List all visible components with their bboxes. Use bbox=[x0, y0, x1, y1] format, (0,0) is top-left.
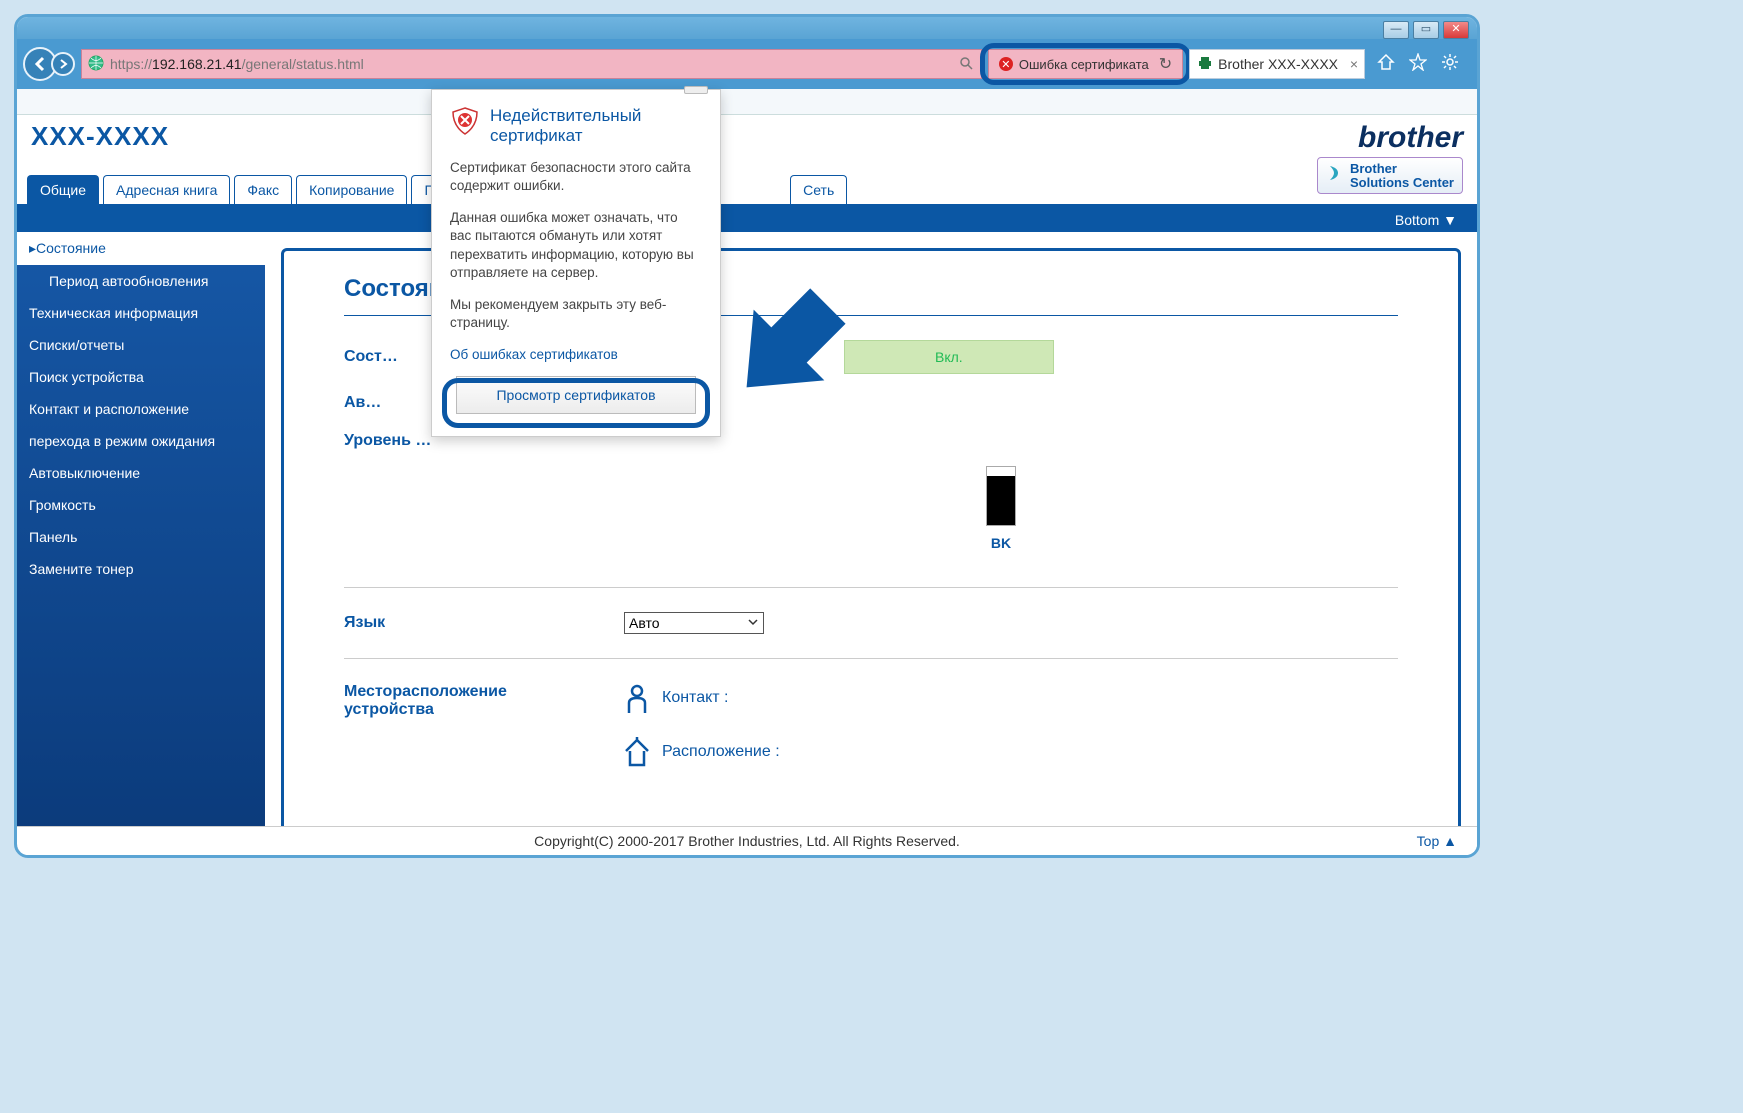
browser-tab[interactable]: Brother XXX-XXXX × bbox=[1189, 49, 1365, 79]
tab-network[interactable]: Сеть bbox=[790, 175, 847, 204]
error-icon: ✕ bbox=[999, 57, 1013, 71]
solutions-icon bbox=[1326, 164, 1344, 187]
page-header: XXX-XXXX brother Brother Solutions Cente… bbox=[17, 115, 1477, 175]
home-icon[interactable] bbox=[1377, 53, 1395, 76]
instruction-arrow-icon bbox=[729, 285, 849, 408]
sidebar-item-lists[interactable]: Списки/отчеты bbox=[17, 329, 265, 361]
window-minimize-button[interactable]: — bbox=[1383, 21, 1409, 39]
flyout-text-1: Сертификат безопасности этого сайта соде… bbox=[450, 159, 702, 195]
browser-toolbar: https:// 192.168.21.41 /general/status.h… bbox=[17, 39, 1477, 89]
brother-block: brother Brother Solutions Center bbox=[1317, 121, 1463, 194]
toner-bk-label: BK bbox=[604, 535, 1398, 551]
toner-display: BK bbox=[604, 466, 1398, 551]
page-body: XXX-XXXX brother Brother Solutions Cente… bbox=[17, 115, 1477, 855]
sidebar-item-replace-toner[interactable]: Замените тонер bbox=[17, 553, 265, 585]
house-icon bbox=[624, 737, 650, 767]
status-label: Сост… bbox=[344, 348, 404, 366]
certificate-error-label: Ошибка сертификата bbox=[1019, 57, 1149, 72]
solutions-center-button[interactable]: Brother Solutions Center bbox=[1317, 157, 1463, 194]
url-scheme: https:// bbox=[110, 56, 152, 72]
url-host: 192.168.21.41 bbox=[152, 56, 242, 72]
brother-logo: brother bbox=[1317, 121, 1463, 155]
tab-fax[interactable]: Факс bbox=[234, 175, 292, 204]
certificate-flyout: Недействительный сертификат Сертификат б… bbox=[431, 89, 721, 437]
location-item: Расположение : bbox=[624, 737, 780, 767]
contact-label: Контакт : bbox=[662, 689, 729, 707]
language-row: Язык Авто bbox=[344, 612, 1398, 634]
divider-2 bbox=[344, 658, 1398, 659]
tab-general[interactable]: Общие bbox=[27, 175, 99, 204]
model-name: XXX-XXXX bbox=[31, 121, 169, 152]
sidebar-item-refresh-period[interactable]: Период автообновления bbox=[17, 265, 265, 297]
toolbar-right-icons bbox=[1365, 53, 1471, 76]
top-anchor[interactable]: Top ▲ bbox=[1417, 833, 1457, 849]
location-label: Расположение : bbox=[662, 743, 780, 761]
flyout-grip[interactable] bbox=[684, 86, 708, 94]
address-bar[interactable]: https:// 192.168.21.41 /general/status.h… bbox=[81, 49, 982, 79]
sidebar-item-techinfo[interactable]: Техническая информация bbox=[17, 297, 265, 329]
refresh-icon[interactable]: ↻ bbox=[1159, 54, 1172, 74]
copyright-text: Copyright(C) 2000-2017 Brother Industrie… bbox=[534, 833, 960, 849]
gear-icon[interactable] bbox=[1441, 53, 1459, 76]
footer: Copyright(C) 2000-2017 Brother Industrie… bbox=[17, 826, 1477, 855]
location-heading: Месторасположение устройства bbox=[344, 683, 544, 719]
certificate-error-badge[interactable]: ✕ Ошибка сертификата ↻ bbox=[988, 49, 1183, 79]
toner-bar-bk bbox=[986, 466, 1016, 526]
window-controls: — ▭ ✕ bbox=[1383, 21, 1469, 39]
cert-errors-link[interactable]: Об ошибках сертификатов bbox=[450, 347, 618, 362]
sidebar-item-autooff[interactable]: Автовыключение bbox=[17, 457, 265, 489]
cert-badge-wrap: ✕ Ошибка сертификата ↻ bbox=[988, 49, 1183, 79]
url-path: /general/status.html bbox=[242, 56, 364, 72]
printer-icon bbox=[1198, 56, 1212, 73]
sidebar-item-volume[interactable]: Громкость bbox=[17, 489, 265, 521]
location-row: Месторасположение устройства Контакт : Р… bbox=[344, 683, 1398, 767]
status-value: Вкл. bbox=[844, 340, 1054, 374]
language-select[interactable]: Авто bbox=[624, 612, 764, 634]
sidebar: Состояние Период автообновления Техничес… bbox=[17, 232, 265, 852]
contact-row: Контакт : bbox=[624, 683, 780, 713]
sidebar-item-find-device[interactable]: Поиск устройства bbox=[17, 361, 265, 393]
favorites-icon[interactable] bbox=[1409, 53, 1427, 76]
language-value: Авто bbox=[629, 615, 660, 631]
auto-label: Ав… bbox=[344, 394, 404, 412]
sidebar-item-sleep[interactable]: перехода в режим ожидания bbox=[17, 425, 265, 457]
sidebar-item-contact[interactable]: Контакт и расположение bbox=[17, 393, 265, 425]
search-icon[interactable] bbox=[959, 56, 973, 73]
forward-button[interactable] bbox=[51, 52, 75, 76]
nav-tabs: Общие Адресная книга Факс Копирование Пе… bbox=[17, 175, 1477, 208]
solutions-label: Brother Solutions Center bbox=[1350, 162, 1454, 189]
flyout-text-3: Мы рекомендуем закрыть эту веб-страницу. bbox=[450, 296, 702, 332]
window-titlebar[interactable] bbox=[17, 17, 1477, 39]
location-details: Контакт : Расположение : bbox=[624, 683, 780, 767]
user-icon bbox=[624, 683, 650, 713]
flyout-text-2: Данная ошибка может означать, что вас пы… bbox=[450, 209, 702, 282]
divider-1 bbox=[344, 587, 1398, 588]
tab-copy[interactable]: Копирование bbox=[296, 175, 407, 204]
tab-close-icon[interactable]: × bbox=[1350, 56, 1358, 72]
window-maximize-button[interactable]: ▭ bbox=[1413, 21, 1439, 39]
sidebar-item-status[interactable]: Состояние bbox=[17, 232, 265, 265]
browser-subbar bbox=[17, 89, 1477, 115]
chevron-down-icon bbox=[747, 615, 759, 631]
shield-error-icon bbox=[450, 106, 480, 139]
bottom-anchor[interactable]: Bottom ▼ bbox=[17, 208, 1477, 232]
window-close-button[interactable]: ✕ bbox=[1443, 21, 1469, 39]
sidebar-item-panel[interactable]: Панель bbox=[17, 521, 265, 553]
ie-globe-icon bbox=[88, 55, 104, 74]
flyout-title: Недействительный сертификат bbox=[490, 106, 702, 147]
browser-window: — ▭ ✕ https:// 192.168.21.41 /general/st… bbox=[14, 14, 1480, 858]
tab-title: Brother XXX-XXXX bbox=[1218, 56, 1338, 72]
language-label: Язык bbox=[344, 614, 544, 632]
view-certificates-button[interactable]: Просмотр сертификатов bbox=[456, 376, 696, 414]
tab-addressbook[interactable]: Адресная книга bbox=[103, 175, 230, 204]
